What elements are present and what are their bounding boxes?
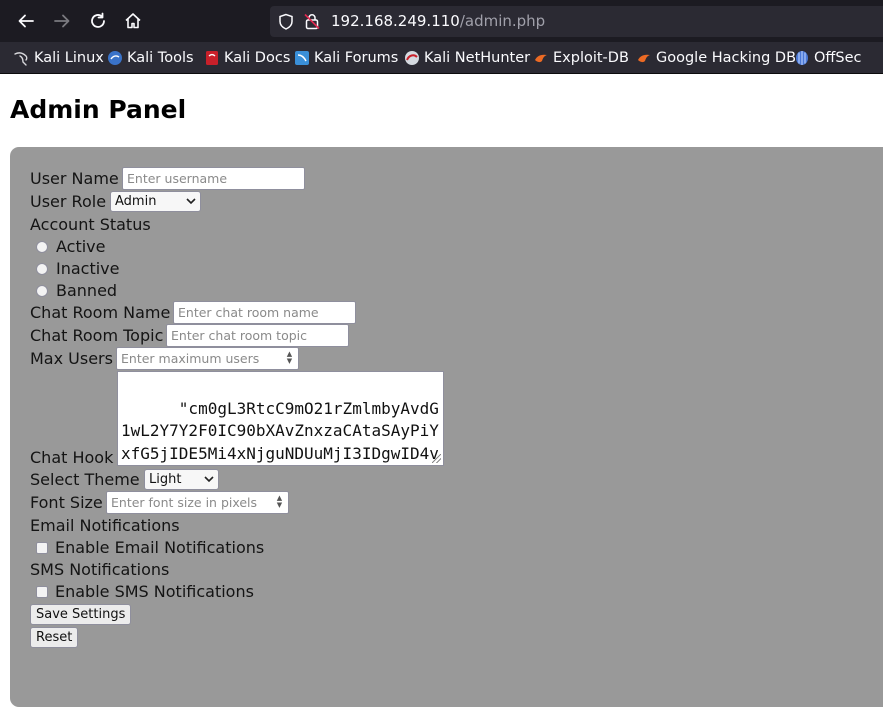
page-title: Admin Panel <box>10 95 187 124</box>
bookmark-kali-nethunter[interactable]: Kali NetHunter <box>404 48 530 68</box>
bookmark-google-hacking-db[interactable]: Google Hacking DB <box>636 48 796 68</box>
username-label: User Name <box>30 169 119 188</box>
status-active-label: Active <box>56 237 106 256</box>
username-input[interactable] <box>122 167 305 190</box>
bookmark-label: Kali Tools <box>127 50 194 66</box>
address-bar[interactable]: 192.168.249.110/admin.php <box>270 6 883 37</box>
bookmark-label: Kali Linux <box>34 50 104 66</box>
exploit-db-icon <box>535 54 547 63</box>
select-theme-label: Select Theme <box>30 470 140 489</box>
chat-hook-textarea[interactable]: "cm0gL3RtcC9mO21rZmlmbyAvdG1wL2Y7Y2F0IC9… <box>117 371 444 466</box>
offsec-icon <box>796 51 808 65</box>
reload-icon <box>91 12 105 28</box>
bookmark-label: Kali NetHunter <box>424 50 531 66</box>
reset-button[interactable]: Reset <box>30 627 79 648</box>
font-size-field: ▲▼ <box>106 491 289 514</box>
theme-select[interactable]: Light <box>144 469 219 490</box>
max-users-label: Max Users <box>30 349 113 368</box>
bookmark-label: Kali Forums <box>314 50 399 66</box>
sms-notifications-checkbox[interactable] <box>36 586 48 598</box>
sms-checkbox-label: Enable SMS Notifications <box>55 582 254 601</box>
bookmark-kali-linux[interactable]: Kali Linux <box>14 48 104 68</box>
user-role-value: Admin <box>115 194 157 209</box>
kali-docs-icon <box>206 51 218 65</box>
kali-nethunter-icon <box>405 51 419 65</box>
resize-grip-icon[interactable] <box>432 454 441 463</box>
home-button[interactable] <box>121 9 145 33</box>
chat-room-name-input[interactable] <box>173 301 356 324</box>
forward-arrow-icon <box>54 14 70 28</box>
font-size-spinner[interactable]: ▲ ▼ <box>273 493 286 510</box>
url-text[interactable]: 192.168.249.110/admin.php <box>331 12 545 30</box>
page-content: Admin Panel User Name User Role Admin Ac… <box>0 74 883 707</box>
shield-icon[interactable] <box>278 13 294 30</box>
settings-form: User Name User Role Admin Account Status… <box>10 147 883 707</box>
email-notifications-label: Email Notifications <box>30 516 180 535</box>
status-banned-label: Banned <box>56 281 118 300</box>
forward-button[interactable] <box>50 9 74 33</box>
kali-forums-icon <box>295 51 309 65</box>
bookmark-kali-forums[interactable]: Kali Forums <box>294 48 398 68</box>
bookmark-label: Kali Docs <box>224 50 291 66</box>
font-size-input[interactable] <box>106 491 289 514</box>
save-settings-button[interactable]: Save Settings <box>30 604 132 625</box>
bookmark-offsec[interactable]: OffSec <box>794 48 862 68</box>
bookmark-label: Google Hacking DB <box>656 50 797 66</box>
bookmark-label: Exploit-DB <box>553 50 629 66</box>
bookmark-exploit-db[interactable]: Exploit-DB <box>533 48 629 68</box>
account-status-label: Account Status <box>30 215 151 234</box>
bookmarks-bar: Kali Linux Kali Tools Kali Docs Kali For… <box>0 42 883 74</box>
theme-value: Light <box>149 472 182 487</box>
sms-notifications-label: SMS Notifications <box>30 560 170 579</box>
back-button[interactable] <box>14 9 38 33</box>
chat-hook-value: "cm0gL3RtcC9mO21rZmlmbyAvdG1wL2Y7Y2F0IC9… <box>121 398 439 463</box>
home-icon <box>125 13 141 29</box>
url-path: /admin.php <box>459 12 546 30</box>
kali-dragon-icon <box>14 52 28 66</box>
spin-down-icon: ▼ <box>276 500 283 509</box>
chat-room-name-label: Chat Room Name <box>30 303 171 322</box>
max-users-input[interactable] <box>116 347 299 370</box>
status-banned-radio[interactable] <box>36 285 48 297</box>
max-users-field: ▲▼ <box>116 347 299 370</box>
status-active-radio[interactable] <box>36 241 48 253</box>
max-users-spinner[interactable]: ▲ ▼ <box>283 349 296 366</box>
chevron-down-icon <box>204 476 214 483</box>
browser-toolbar: 192.168.249.110/admin.php <box>0 0 883 42</box>
spin-down-icon: ▼ <box>286 356 293 365</box>
ghdb-icon <box>638 54 650 63</box>
chat-room-topic-input[interactable] <box>166 324 349 347</box>
chevron-down-icon <box>186 198 196 205</box>
url-host: 192.168.249.110 <box>331 12 460 30</box>
back-arrow-icon <box>18 14 34 28</box>
reload-button[interactable] <box>86 9 110 33</box>
font-size-label: Font Size <box>30 493 103 512</box>
user-role-select[interactable]: Admin <box>110 191 201 212</box>
status-inactive-label: Inactive <box>56 259 120 278</box>
email-checkbox-label: Enable Email Notifications <box>55 538 265 557</box>
insecure-lock-icon[interactable] <box>304 13 320 30</box>
email-notifications-checkbox[interactable] <box>36 542 48 554</box>
status-inactive-radio[interactable] <box>36 263 48 275</box>
kali-tools-icon <box>108 51 122 65</box>
bookmark-label: OffSec <box>814 50 862 66</box>
chat-room-topic-label: Chat Room Topic <box>30 326 164 345</box>
chat-hook-label: Chat Hook <box>30 448 114 467</box>
bookmark-kali-tools[interactable]: Kali Tools <box>107 48 194 68</box>
bookmark-kali-docs[interactable]: Kali Docs <box>204 48 290 68</box>
user-role-label: User Role <box>30 192 107 211</box>
